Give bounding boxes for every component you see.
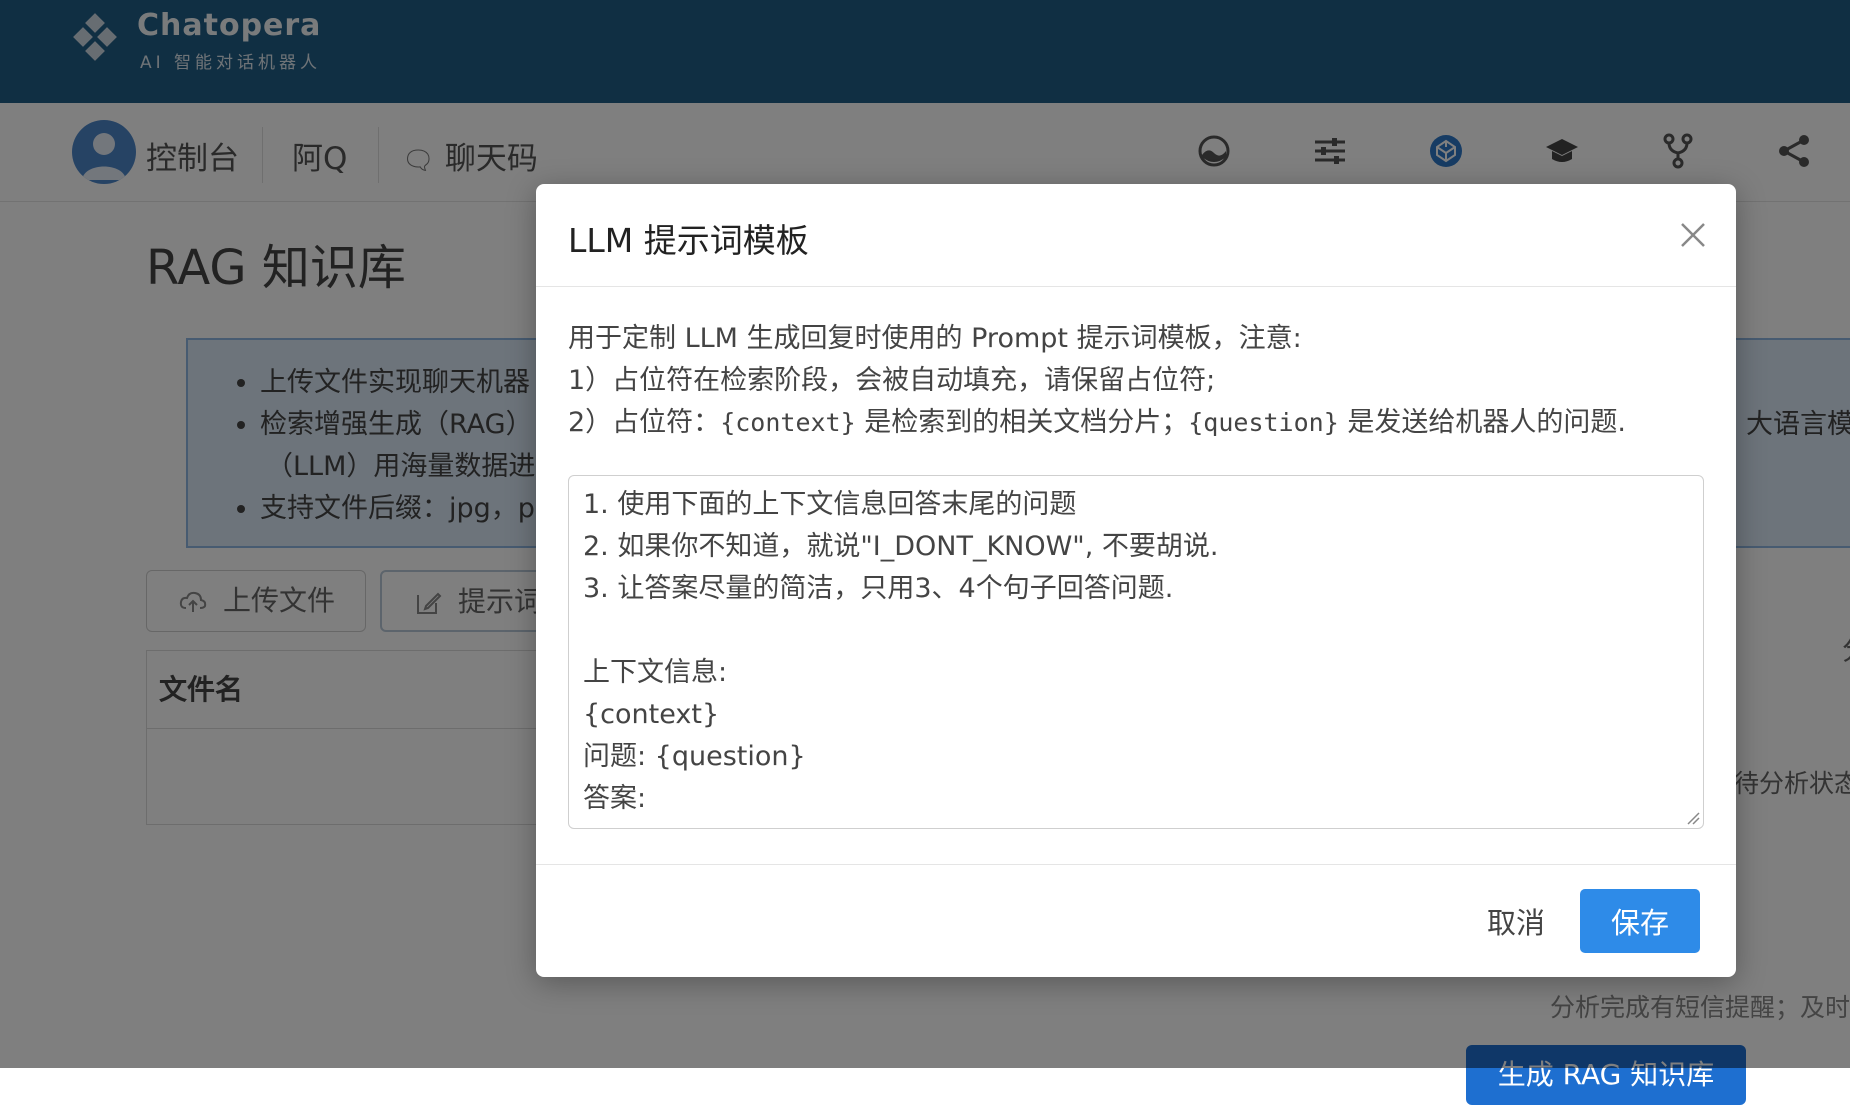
description-text: 是检索到的相关文档分片；: [855, 407, 1189, 438]
dialog-footer-divider: [536, 864, 1736, 865]
description-text: 是发送给机器人的问题.: [1338, 407, 1626, 438]
close-icon[interactable]: [1676, 218, 1710, 252]
description-line: 用于定制 LLM 生成回复时使用的 Prompt 提示词模板，注意:: [568, 323, 1302, 354]
cancel-button[interactable]: 取消: [1456, 889, 1576, 953]
prompt-template-textarea[interactable]: 1. 使用下面的上下文信息回答末尾的问题 2. 如果你不知道，就说"I_DONT…: [568, 475, 1704, 829]
dialog-description: 用于定制 LLM 生成回复时使用的 Prompt 提示词模板，注意: 1）占位符…: [568, 318, 1626, 444]
llm-prompt-template-dialog: LLM 提示词模板 用于定制 LLM 生成回复时使用的 Prompt 提示词模板…: [536, 184, 1736, 977]
dialog-title: LLM 提示词模板: [568, 221, 809, 260]
placeholder-code: {context}: [720, 408, 856, 437]
dialog-header: LLM 提示词模板: [536, 184, 1736, 287]
resize-handle-icon[interactable]: [1686, 811, 1700, 825]
description-line: 2）占位符：{context} 是检索到的相关文档分片；{question} 是…: [568, 402, 1626, 444]
save-button[interactable]: 保存: [1580, 889, 1700, 953]
description-line: 1）占位符在检索阶段，会被自动填充，请保留占位符;: [568, 365, 1216, 396]
placeholder-code: {question}: [1188, 408, 1339, 437]
description-text: 2）占位符：: [568, 407, 721, 438]
